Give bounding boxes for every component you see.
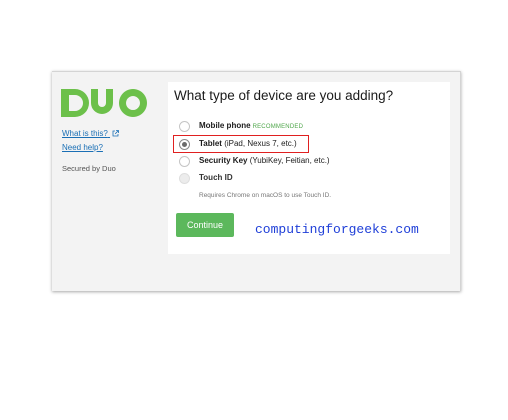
duo-prompt-window: What is this? Need help? Secured by Duo …	[52, 71, 461, 291]
option-label: Touch ID	[199, 173, 233, 182]
option-security-key[interactable]: Security Key (YubiKey, Feitian, etc.)	[179, 156, 449, 170]
continue-button[interactable]: Continue	[176, 213, 234, 237]
duo-logo	[61, 89, 147, 117]
what-is-this-link[interactable]: What is this?	[62, 129, 119, 138]
option-label: Mobile phone	[199, 121, 251, 130]
radio-security-key[interactable]	[179, 156, 190, 167]
option-detail: (YubiKey, Feitian, etc.)	[249, 156, 330, 165]
recommended-badge: RECOMMENDED	[252, 124, 304, 130]
tablet-highlight-box	[173, 135, 309, 153]
page-title: What type of device are you adding?	[174, 88, 394, 103]
sidebar: What is this? Need help? Secured by Duo	[52, 72, 164, 291]
device-type-panel: What type of device are you adding? Mobi…	[168, 82, 450, 254]
option-mobile-phone[interactable]: Mobile phone RECOMMENDED	[179, 121, 449, 135]
option-touch-id: Touch ID	[179, 173, 449, 187]
option-label: Security Key	[199, 156, 248, 165]
what-is-this-label[interactable]: What is this?	[62, 129, 108, 138]
external-link-icon	[112, 130, 119, 137]
touch-id-note: Requires Chrome on macOS to use Touch ID…	[199, 192, 332, 199]
secured-by-duo: Secured by Duo	[62, 164, 116, 173]
radio-mobile-phone[interactable]	[179, 121, 190, 132]
radio-touch-id	[179, 173, 190, 184]
need-help-link[interactable]: Need help?	[62, 143, 103, 152]
watermark: computingforgeeks.com	[255, 222, 419, 237]
